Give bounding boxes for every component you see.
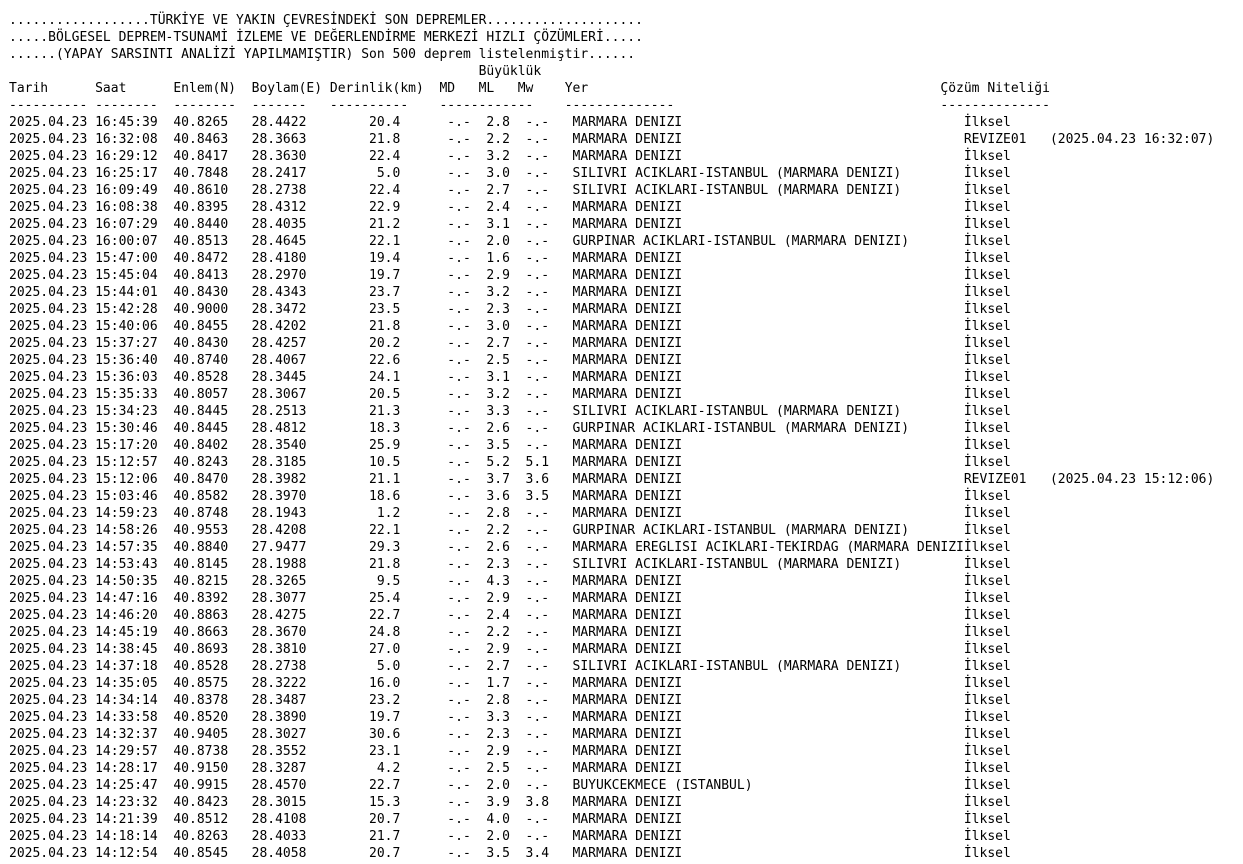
table-row: 2025.04.23 15:36:40 40.8740 28.4067 22.6…: [9, 353, 1011, 368]
table-row: 2025.04.23 14:18:14 40.8263 28.4033 21.7…: [9, 829, 1011, 844]
table-row: 2025.04.23 15:36:03 40.8528 28.3445 24.1…: [9, 370, 1011, 385]
notice-line: ......(YAPAY SARSINTI ANALİZİ YAPILMAMIŞ…: [9, 47, 636, 62]
table-row: 2025.04.23 16:45:39 40.8265 28.4422 20.4…: [9, 115, 1011, 130]
table-row: 2025.04.23 14:58:26 40.9553 28.4208 22.1…: [9, 523, 1011, 538]
table-row: 2025.04.23 14:38:45 40.8693 28.3810 27.0…: [9, 642, 1011, 657]
table-row: 2025.04.23 14:35:05 40.8575 28.3222 16.0…: [9, 676, 1011, 691]
table-row: 2025.04.23 14:34:14 40.8378 28.3487 23.2…: [9, 693, 1011, 708]
table-row: 2025.04.23 14:29:57 40.8738 28.3552 23.1…: [9, 744, 1011, 759]
table-row: 2025.04.23 15:37:27 40.8430 28.4257 20.2…: [9, 336, 1011, 351]
magnitude-group-header: Büyüklük: [9, 64, 542, 79]
table-row: 2025.04.23 16:32:08 40.8463 28.3663 21.8…: [9, 132, 1215, 147]
table-row: 2025.04.23 16:00:07 40.8513 28.4645 22.1…: [9, 234, 1011, 249]
table-row: 2025.04.23 15:30:46 40.8445 28.4812 18.3…: [9, 421, 1011, 436]
subtitle-line: .....BÖLGESEL DEPREM-TSUNAMİ İZLEME VE D…: [9, 30, 643, 45]
table-row: 2025.04.23 14:23:32 40.8423 28.3015 15.3…: [9, 795, 1011, 810]
table-row: 2025.04.23 15:45:04 40.8413 28.2970 19.7…: [9, 268, 1011, 283]
table-row: 2025.04.23 14:32:37 40.9405 28.3027 30.6…: [9, 727, 1011, 742]
table-row: 2025.04.23 16:29:12 40.8417 28.3630 22.4…: [9, 149, 1011, 164]
table-row: 2025.04.23 14:50:35 40.8215 28.3265 9.5 …: [9, 574, 1011, 589]
table-row: 2025.04.23 14:59:23 40.8748 28.1943 1.2 …: [9, 506, 1011, 521]
table-row: 2025.04.23 14:57:35 40.8840 27.9477 29.3…: [9, 540, 1011, 555]
table-row: 2025.04.23 15:35:33 40.8057 28.3067 20.5…: [9, 387, 1011, 402]
title-line: ..................TÜRKİYE VE YAKIN ÇEVRE…: [9, 13, 643, 28]
page: ..................TÜRKİYE VE YAKIN ÇEVRE…: [0, 0, 1243, 864]
table-row: 2025.04.23 15:42:28 40.9000 28.3472 23.5…: [9, 302, 1011, 317]
table-row: 2025.04.23 14:53:43 40.8145 28.1988 21.8…: [9, 557, 1011, 572]
table-row: 2025.04.23 16:25:17 40.7848 28.2417 5.0 …: [9, 166, 1011, 181]
header-separator: ---------- -------- -------- ------- ---…: [9, 98, 1050, 113]
table-row: 2025.04.23 16:07:29 40.8440 28.4035 21.2…: [9, 217, 1011, 232]
table-row: 2025.04.23 14:33:58 40.8520 28.3890 19.7…: [9, 710, 1011, 725]
earthquake-listing: ..................TÜRKİYE VE YAKIN ÇEVRE…: [9, 12, 1214, 862]
table-row: 2025.04.23 15:03:46 40.8582 28.3970 18.6…: [9, 489, 1011, 504]
table-row: 2025.04.23 14:28:17 40.9150 28.3287 4.2 …: [9, 761, 1011, 776]
table-row: 2025.04.23 15:40:06 40.8455 28.4202 21.8…: [9, 319, 1011, 334]
table-row: 2025.04.23 14:47:16 40.8392 28.3077 25.4…: [9, 591, 1011, 606]
table-row: 2025.04.23 15:44:01 40.8430 28.4343 23.7…: [9, 285, 1011, 300]
column-headers: Tarih Saat Enlem(N) Boylam(E) Derinlik(k…: [9, 81, 1050, 96]
table-rows: 2025.04.23 16:45:39 40.8265 28.4422 20.4…: [9, 115, 1214, 861]
table-row: 2025.04.23 15:17:20 40.8402 28.3540 25.9…: [9, 438, 1011, 453]
table-row: 2025.04.23 14:46:20 40.8863 28.4275 22.7…: [9, 608, 1011, 623]
table-row: 2025.04.23 14:21:39 40.8512 28.4108 20.7…: [9, 812, 1011, 827]
table-row: 2025.04.23 14:25:47 40.9915 28.4570 22.7…: [9, 778, 1011, 793]
table-row: 2025.04.23 15:12:57 40.8243 28.3185 10.5…: [9, 455, 1011, 470]
table-row: 2025.04.23 15:34:23 40.8445 28.2513 21.3…: [9, 404, 1011, 419]
table-row: 2025.04.23 14:12:54 40.8545 28.4058 20.7…: [9, 846, 1011, 861]
table-row: 2025.04.23 14:37:18 40.8528 28.2738 5.0 …: [9, 659, 1011, 674]
table-row: 2025.04.23 15:47:00 40.8472 28.4180 19.4…: [9, 251, 1011, 266]
table-row: 2025.04.23 16:09:49 40.8610 28.2738 22.4…: [9, 183, 1011, 198]
table-row: 2025.04.23 14:45:19 40.8663 28.3670 24.8…: [9, 625, 1011, 640]
table-row: 2025.04.23 15:12:06 40.8470 28.3982 21.1…: [9, 472, 1215, 487]
table-row: 2025.04.23 16:08:38 40.8395 28.4312 22.9…: [9, 200, 1011, 215]
